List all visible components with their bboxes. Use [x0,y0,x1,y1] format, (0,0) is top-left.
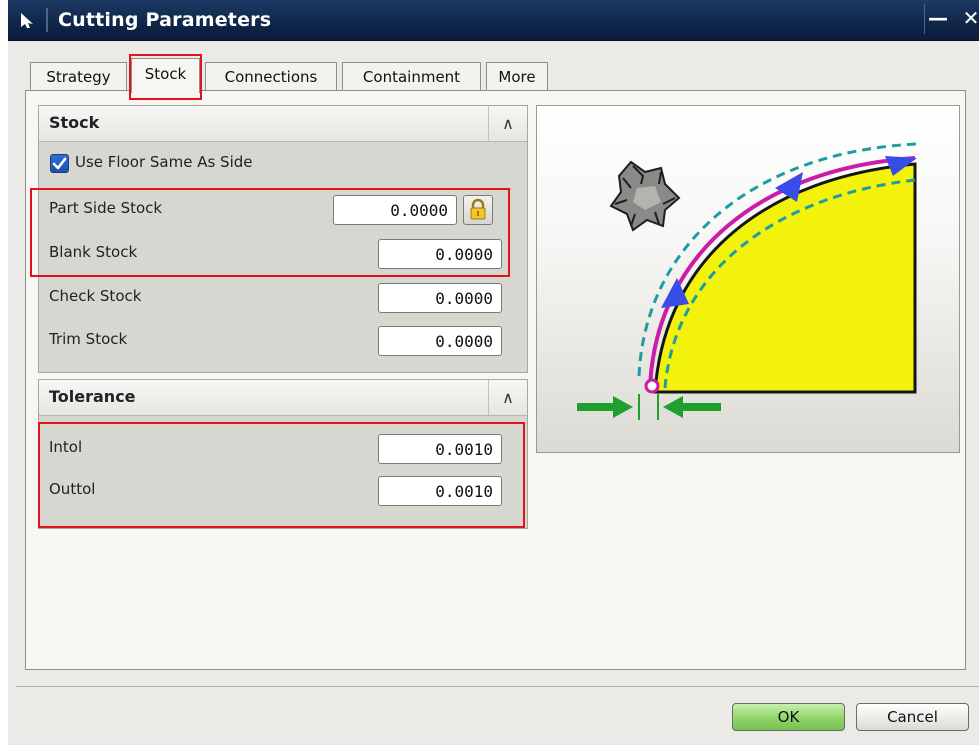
cutter-tool-icon [609,160,681,232]
part-side-stock-label: Part Side Stock [49,199,163,217]
cancel-button[interactable]: Cancel [856,703,969,731]
tolerance-section-title: Tolerance [49,387,136,406]
title-separator [46,8,48,32]
checkmark-icon [52,157,67,170]
ok-button[interactable]: OK [732,703,845,731]
intol-field[interactable]: 0.0010 [378,434,502,464]
lock-icon [470,198,486,220]
check-stock-label: Check Stock [49,287,142,305]
stock-preview-image [536,105,960,453]
cutting-parameters-dialog: Cutting Parameters — ✕ Strategy Stock Co… [8,0,979,745]
close-button[interactable]: ✕ [958,4,979,34]
outtol-field[interactable]: 0.0010 [378,476,502,506]
stock-tab-panel: Stock ∧ Use Floor Same As Side Part Side… [25,90,966,670]
stock-diagram [577,142,918,420]
collapse-tolerance-icon[interactable]: ∧ [488,380,527,415]
blank-stock-label: Blank Stock [49,243,138,261]
intol-label: Intol [49,438,83,456]
tab-stock[interactable]: Stock [131,58,200,93]
footer-separator [16,686,979,687]
window-title: Cutting Parameters [58,9,272,31]
use-floor-same-as-side-checkbox[interactable] [50,154,69,173]
outtol-label: Outtol [49,480,96,498]
tolerance-section: Tolerance ∧ Intol 0.0010 Outtol 0.0010 [38,379,528,529]
blank-stock-field[interactable]: 0.0000 [378,239,502,269]
minimize-button[interactable]: — [924,4,951,34]
tolerance-section-header[interactable]: Tolerance ∧ [39,380,527,416]
stock-section-header[interactable]: Stock ∧ [39,106,527,142]
part-region [653,162,917,394]
tab-containment[interactable]: Containment [342,62,481,90]
trim-stock-field[interactable]: 0.0000 [378,326,502,356]
toolpath-start-point [644,378,660,394]
check-stock-field[interactable]: 0.0000 [378,283,502,313]
title-bar: Cutting Parameters — ✕ [8,0,979,41]
stock-dimension-marker [577,394,721,420]
tab-connections[interactable]: Connections [205,62,337,90]
lock-button[interactable] [463,195,493,225]
part-side-stock-field[interactable]: 0.0000 [333,195,457,225]
stock-section: Stock ∧ Use Floor Same As Side Part Side… [38,105,528,373]
trim-stock-label: Trim Stock [49,330,128,348]
tab-strategy[interactable]: Strategy [30,62,127,90]
stock-section-title: Stock [49,113,100,132]
tab-more[interactable]: More [486,62,548,90]
pointer-arrow-icon [21,13,33,28]
use-floor-same-as-side-label: Use Floor Same As Side [75,153,253,171]
collapse-stock-icon[interactable]: ∧ [488,106,527,141]
